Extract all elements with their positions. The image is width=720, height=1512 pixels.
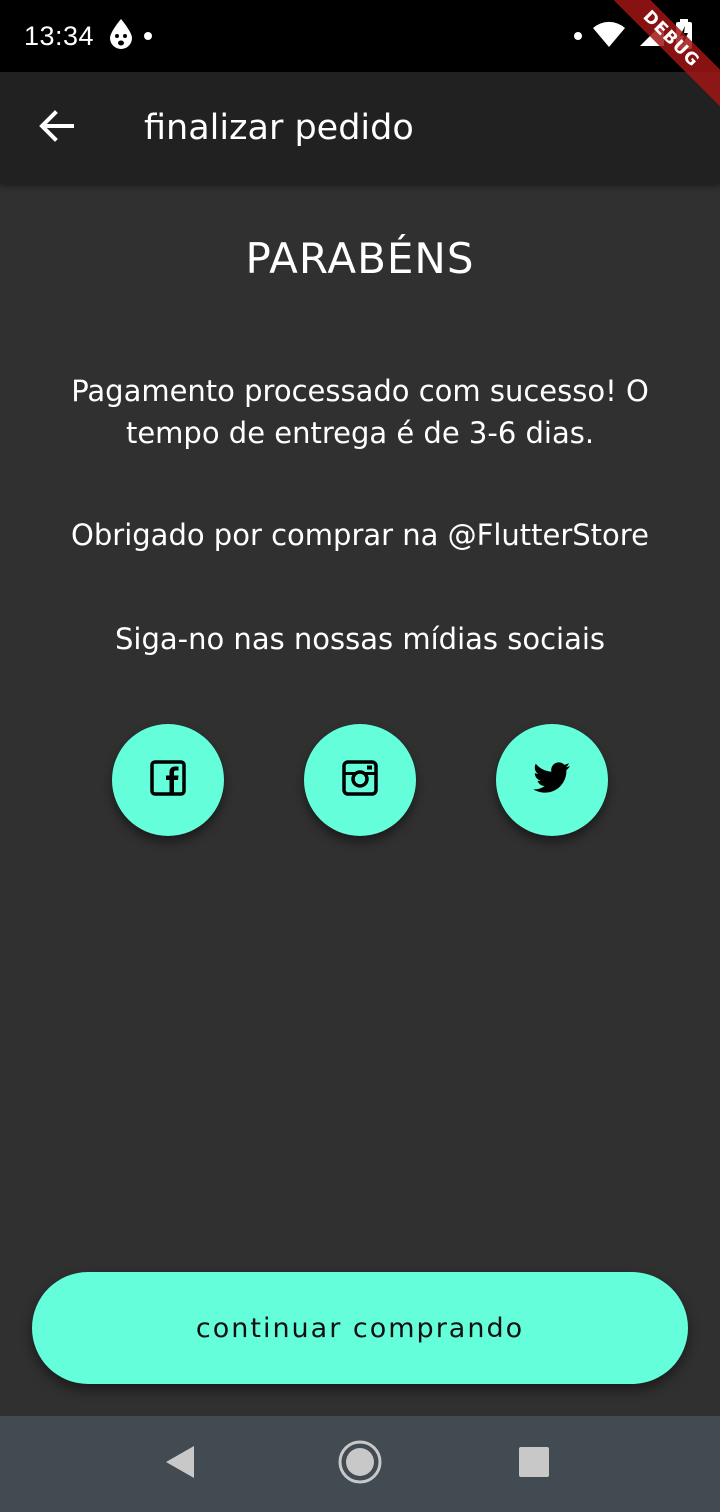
facebook-button[interactable] [112,724,224,836]
facebook-icon [150,760,186,800]
page-title: finalizar pedido [144,108,414,148]
status-time: 13:34 [24,20,95,51]
follow-message: Siga-no nas nossas mídias sociais [114,622,606,656]
social-buttons-row [0,724,720,836]
back-button[interactable] [0,72,112,184]
nav-home-icon [337,1439,383,1489]
status-left-icons [108,18,153,54]
notification-drop-icon [108,18,134,54]
system-nav-bar [0,1416,720,1512]
nav-back-button[interactable] [132,1416,228,1512]
thanks-message: Obrigado por comprar na @FlutterStore [71,518,649,552]
congrats-heading: PARABÉNS [245,234,475,283]
continue-shopping-button[interactable]: continuar comprando [32,1272,688,1384]
continue-shopping-label: continuar comprando [195,1312,525,1344]
nav-recents-icon [518,1446,550,1482]
nav-home-button[interactable] [312,1416,408,1512]
twitter-button[interactable] [496,724,608,836]
wifi-icon [592,20,626,52]
dot-icon [574,32,582,40]
checkout-complete-screen: 13:34 DEBUG finalizar pedido PARABÉNS Pa… [0,0,720,1512]
nav-back-icon [164,1444,196,1484]
instagram-button[interactable] [304,724,416,836]
success-message: Pagamento processado com sucesso! O temp… [71,374,649,450]
arrow-back-icon [38,110,74,146]
instagram-icon [342,760,378,800]
app-bar: finalizar pedido [0,72,720,184]
twitter-icon [533,762,571,798]
nav-recents-button[interactable] [486,1416,582,1512]
status-bar: 13:34 DEBUG [0,0,720,116]
dot-icon [144,32,153,40]
